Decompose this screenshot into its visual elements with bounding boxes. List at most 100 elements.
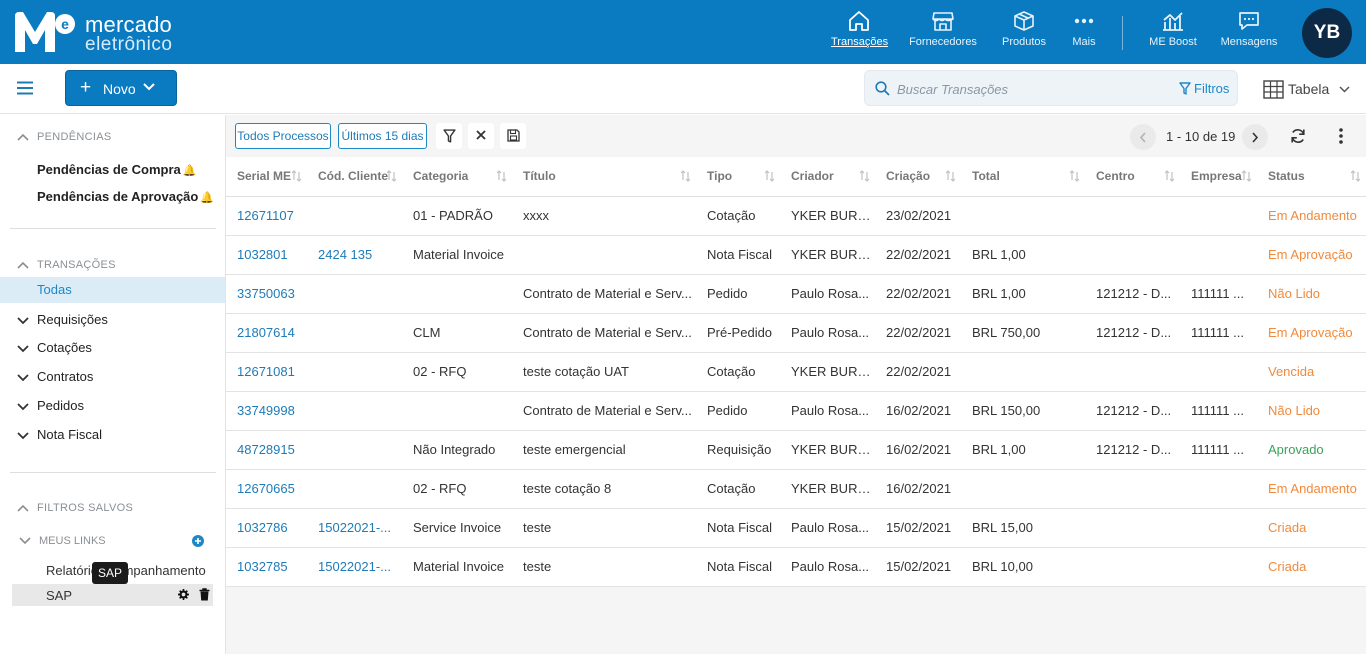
nav-mais[interactable]: Mais	[1068, 10, 1100, 54]
column-header[interactable]: Status	[1257, 157, 1366, 197]
saved-link-sap[interactable]: SAP	[12, 584, 213, 606]
bell-icon: 🔔	[200, 192, 215, 204]
hamburger-menu-icon[interactable]	[17, 81, 33, 95]
serial-link[interactable]: 21807614	[226, 313, 307, 353]
sidebar-item-pendencias-compra[interactable]: Pendências de Compra 🔔	[37, 162, 196, 177]
ultimos-15-dias-button[interactable]: Últimos 15 dias	[338, 123, 427, 149]
client-code-link[interactable]	[307, 274, 402, 314]
column-header[interactable]: Total	[961, 157, 1085, 197]
column-header-label: Centro	[1096, 169, 1135, 184]
serial-link[interactable]: 12671107	[226, 196, 307, 236]
status-text: Vencida	[1257, 352, 1366, 392]
table-cell	[1085, 235, 1180, 275]
table-row[interactable]: 1032801 2424 135 Material Invoice Nota Fisc…	[226, 235, 1366, 275]
funnel-icon	[442, 129, 456, 143]
sort-icon[interactable]	[860, 170, 869, 182]
serial-link[interactable]: 1032785	[226, 547, 307, 587]
sort-icon[interactable]	[387, 170, 396, 182]
prev-page-button[interactable]	[1130, 124, 1156, 150]
column-header[interactable]: Centro	[1085, 157, 1180, 197]
more-vertical-icon[interactable]	[1339, 128, 1343, 144]
client-code-link[interactable]: 15022021-...	[307, 547, 402, 587]
column-header[interactable]: Empresa	[1180, 157, 1257, 197]
trash-icon[interactable]	[199, 588, 210, 601]
serial-link[interactable]: 33749998	[226, 391, 307, 431]
table-row[interactable]: 1032786 15022021-... Service Invoice teste N…	[226, 508, 1366, 548]
table-row[interactable]: 48728915 Não Integrado teste emergencial Re…	[226, 430, 1366, 470]
novo-button[interactable]: + Novo	[65, 70, 177, 106]
serial-link[interactable]: 1032801	[226, 235, 307, 275]
table-row[interactable]: 33749998 Contrato de Material e Serv... Pe…	[226, 391, 1366, 431]
section-filtros-salvos[interactable]: FILTROS SALVOS	[17, 502, 133, 514]
column-header[interactable]: Título	[512, 157, 696, 197]
save-filter-button[interactable]	[500, 123, 526, 149]
nav-transacoes[interactable]: Transações	[831, 10, 888, 54]
table-row[interactable]: 12671107 01 - PADRÃO xxxx Cotação YKER BURU.…	[226, 196, 1366, 236]
next-page-button[interactable]	[1242, 124, 1268, 150]
refresh-icon[interactable]	[1290, 128, 1306, 144]
sort-icon[interactable]	[292, 170, 301, 182]
add-circle-icon[interactable]	[192, 535, 204, 547]
todos-processos-button[interactable]: Todos Processos	[235, 123, 331, 149]
filter-button[interactable]	[436, 123, 462, 149]
sort-icon[interactable]	[1242, 170, 1251, 182]
store-icon	[932, 12, 954, 31]
column-header[interactable]: Criação	[875, 157, 961, 197]
table-row[interactable]: 12671081 02 - RFQ teste cotação UAT Cotação…	[226, 352, 1366, 392]
serial-link[interactable]: 48728915	[226, 430, 307, 470]
sidebar-item-pendencias-aprovacao[interactable]: Pendências de Aprovação 🔔	[37, 189, 214, 204]
column-header[interactable]: Serial ME	[226, 157, 307, 197]
client-code-link[interactable]: 2424 135	[307, 235, 402, 275]
gear-icon[interactable]	[178, 589, 189, 600]
status-text: Não Lido	[1257, 274, 1366, 314]
sidebar-item-nota-fiscal[interactable]: Nota Fiscal	[17, 427, 102, 442]
user-avatar[interactable]: YB	[1302, 8, 1352, 58]
sidebar-item-todas[interactable]: Todas	[0, 277, 225, 303]
sidebar-item-cotacoes[interactable]: Cotações	[17, 340, 92, 355]
nav-mensagens[interactable]: Mensagens	[1219, 10, 1279, 54]
column-header[interactable]: Tipo	[696, 157, 780, 197]
table-row[interactable]: 33750063 Contrato de Material e Serv... Pe…	[226, 274, 1366, 314]
table-row[interactable]: 21807614 CLM Contrato de Material e Serv..…	[226, 313, 1366, 353]
serial-link[interactable]: 12671081	[226, 352, 307, 392]
sort-icon[interactable]	[946, 170, 955, 182]
client-code-link[interactable]: 15022021-...	[307, 508, 402, 548]
column-header[interactable]: Criador	[780, 157, 875, 197]
column-header[interactable]: Categoria	[402, 157, 512, 197]
table-row[interactable]: 1032785 15022021-... Material Invoice teste…	[226, 547, 1366, 587]
client-code-link[interactable]	[307, 313, 402, 353]
search-input[interactable]	[897, 79, 1167, 99]
view-mode-select[interactable]: Tabela	[1263, 80, 1354, 99]
section-meus-links[interactable]: MEUS LINKS	[19, 535, 106, 547]
sidebar-item-pedidos[interactable]: Pedidos	[17, 398, 84, 413]
client-code-link[interactable]	[307, 352, 402, 392]
table-row[interactable]: 12670665 02 - RFQ teste cotação 8 Cotação YK…	[226, 469, 1366, 509]
nav-produtos[interactable]: Produtos	[1000, 10, 1048, 54]
nav-fornecedores[interactable]: Fornecedores	[909, 10, 977, 54]
table-cell: Service Invoice	[402, 508, 512, 548]
table-cell: BRL 150,00	[961, 391, 1085, 431]
section-transacoes[interactable]: TRANSAÇÕES	[17, 259, 116, 271]
sidebar-item-requisicoes[interactable]: Requisições	[17, 312, 108, 327]
serial-link[interactable]: 1032786	[226, 508, 307, 548]
column-header[interactable]: Cód. Cliente	[307, 157, 402, 197]
sort-icon[interactable]	[1165, 170, 1174, 182]
serial-link[interactable]: 33750063	[226, 274, 307, 314]
sort-icon[interactable]	[1351, 170, 1360, 182]
client-code-link[interactable]	[307, 391, 402, 431]
client-code-link[interactable]	[307, 196, 402, 236]
clear-filter-button[interactable]	[468, 123, 494, 149]
client-code-link[interactable]	[307, 469, 402, 509]
sort-icon[interactable]	[1070, 170, 1079, 182]
filtros-button[interactable]: Filtros	[1179, 81, 1229, 96]
mercado-eletronico-logo[interactable]: e	[13, 10, 75, 54]
sort-icon[interactable]	[497, 170, 506, 182]
serial-link[interactable]: 12670665	[226, 469, 307, 509]
sidebar-item-label: Cotações	[37, 340, 92, 355]
sort-icon[interactable]	[765, 170, 774, 182]
sort-icon[interactable]	[681, 170, 690, 182]
section-pendencias[interactable]: PENDÊNCIAS	[17, 131, 112, 143]
sidebar-item-contratos[interactable]: Contratos	[17, 369, 93, 384]
client-code-link[interactable]	[307, 430, 402, 470]
nav-me-boost[interactable]: ME Boost	[1147, 10, 1199, 54]
